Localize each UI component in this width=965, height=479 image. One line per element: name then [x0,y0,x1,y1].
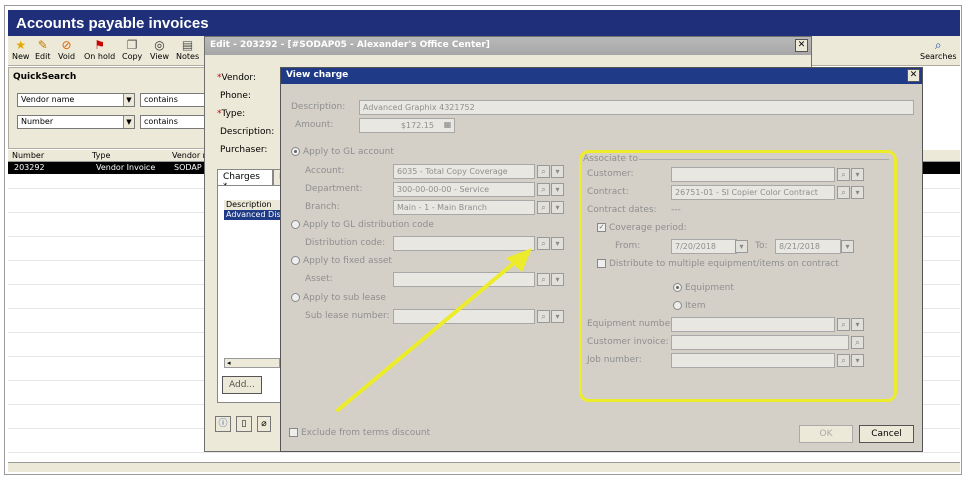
annotation-arrow [336,248,532,412]
arrow-shaft [336,256,522,412]
